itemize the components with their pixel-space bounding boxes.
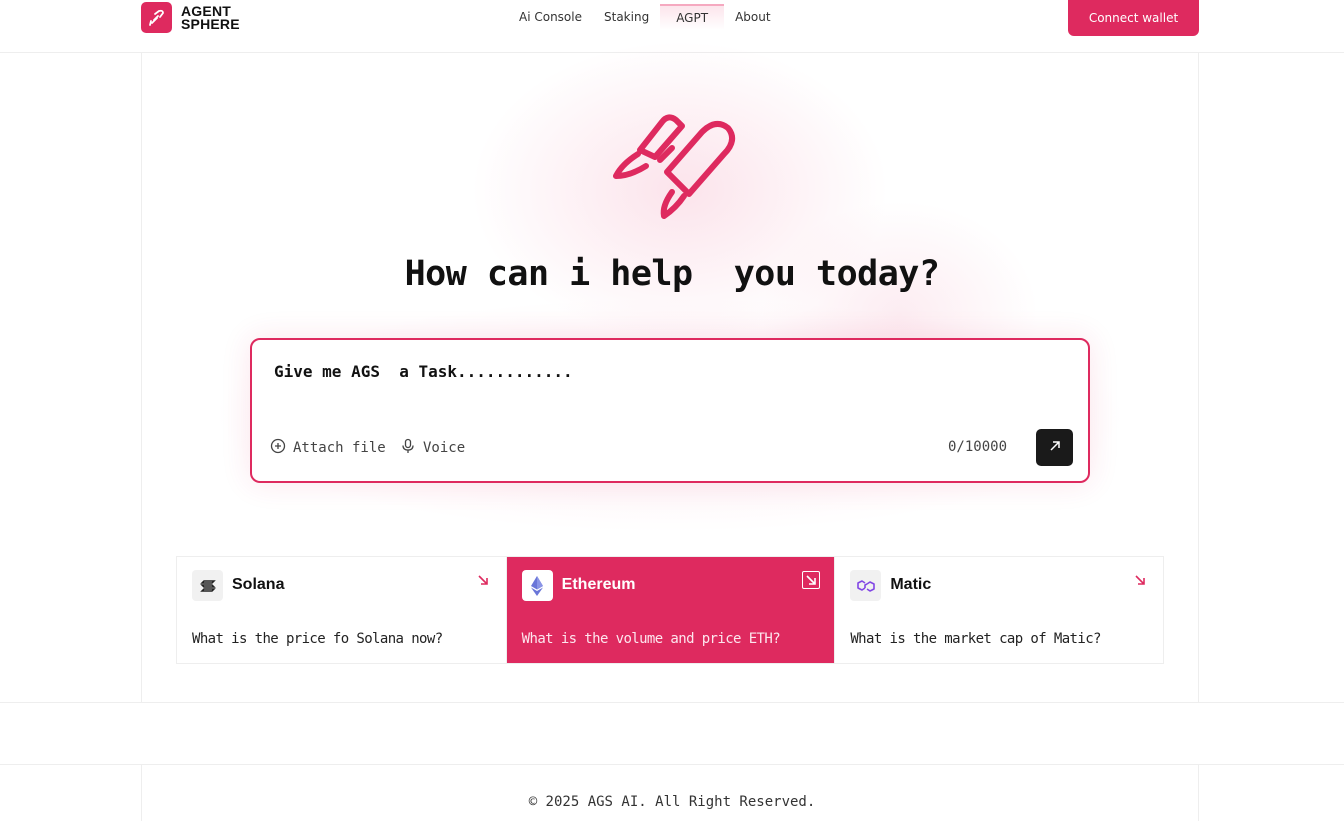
nav-item-about[interactable]: About	[724, 4, 781, 30]
brand-name: AGENT SPHERE	[181, 4, 240, 32]
card-question: What is the volume and price ETH?	[521, 631, 781, 647]
main-nav: Ai Console Staking AGPT About	[508, 4, 782, 30]
suggestion-card-solana[interactable]: Solana What is the price fo Solana now?	[177, 557, 506, 663]
arrow-down-right-icon	[474, 571, 492, 589]
task-input-box: Attach file Voice 0/10000	[250, 338, 1090, 483]
task-input[interactable]	[274, 358, 1054, 384]
suggestion-card-matic[interactable]: Matic What is the market cap of Matic?	[834, 557, 1164, 663]
nav-item-staking[interactable]: Staking	[593, 4, 660, 30]
frame-line-left	[141, 52, 142, 702]
send-button[interactable]	[1036, 429, 1073, 466]
footer-divider	[0, 764, 1344, 765]
footer-line-right	[1198, 764, 1199, 821]
rocket-icon	[610, 110, 740, 220]
footer-line-left	[141, 764, 142, 821]
suggestion-card-ethereum[interactable]: Ethereum What is the volume and price ET…	[505, 557, 835, 663]
attach-file-label: Attach file	[293, 440, 386, 456]
nav-item-agpt[interactable]: AGPT	[660, 4, 725, 30]
plus-circle-icon	[270, 438, 286, 458]
connect-wallet-button[interactable]: Connect wallet	[1068, 0, 1199, 36]
solana-icon	[192, 570, 223, 601]
microphone-icon	[400, 438, 416, 458]
content-divider	[0, 702, 1344, 703]
page-title: How can i help you today?	[404, 254, 940, 294]
frame-line-right	[1198, 52, 1199, 702]
top-header: AGENT SPHERE Ai Console Staking AGPT Abo…	[0, 0, 1344, 52]
arrow-up-right-icon	[1048, 438, 1062, 457]
card-title: Ethereum	[561, 576, 636, 593]
nav-item-ai-console[interactable]: Ai Console	[508, 4, 593, 30]
card-question: What is the market cap of Matic?	[850, 631, 1101, 647]
card-title: Solana	[232, 576, 285, 593]
attach-file-button[interactable]: Attach file	[270, 438, 386, 458]
voice-label: Voice	[423, 440, 466, 456]
arrow-down-right-icon	[1131, 571, 1149, 589]
ethereum-icon	[521, 570, 553, 601]
voice-button[interactable]: Voice	[400, 438, 465, 458]
brand-logo[interactable]: AGENT SPHERE	[141, 2, 240, 33]
character-counter: 0/10000	[948, 439, 1008, 455]
arrow-down-right-icon	[802, 571, 821, 589]
brand-name-line2: SPHERE	[181, 15, 240, 32]
polygon-icon	[850, 570, 882, 601]
footer-copyright: © 2025 AGS AI. All Right Reserved.	[528, 794, 816, 810]
card-title: Matic	[890, 576, 932, 593]
suggestion-cards: Solana What is the price fo Solana now? …	[176, 556, 1164, 664]
logo-mark-icon	[141, 2, 172, 33]
card-question: What is the price fo Solana now?	[192, 631, 443, 647]
